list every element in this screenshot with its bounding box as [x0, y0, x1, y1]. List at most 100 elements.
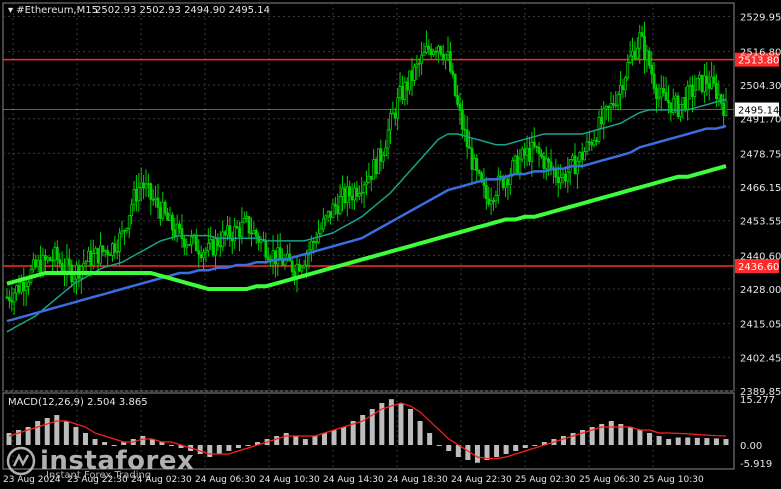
candle-body: [209, 238, 213, 244]
candle-body: [525, 147, 529, 156]
macd-bar: [513, 445, 519, 451]
chart-header-symbol: ▾ #Ethereum,M15: [8, 5, 98, 16]
macd-bar: [73, 427, 79, 445]
macd-bar: [245, 445, 251, 446]
candle-body: [688, 84, 692, 87]
x-tick-label: 24 Aug 06:30: [195, 475, 256, 485]
macd-bar: [666, 439, 672, 445]
candle-body: [82, 262, 86, 267]
macd-bar: [694, 437, 700, 445]
candle-body: [420, 54, 424, 64]
candle-body: [631, 50, 634, 57]
candle-body: [607, 105, 610, 108]
candle-body: [369, 175, 373, 180]
candle-body: [343, 187, 347, 203]
candle-body: [137, 187, 141, 202]
candle-body: [410, 70, 414, 81]
candle-body: [456, 95, 459, 105]
candle-body: [460, 110, 464, 130]
candle-body: [338, 196, 342, 215]
candle-body: [638, 32, 642, 49]
candle-body: [405, 81, 409, 91]
candle-body: [504, 178, 507, 188]
macd-axis-label: -5.919: [740, 459, 772, 470]
candle-body: [506, 178, 510, 186]
candle-body: [170, 214, 174, 231]
candle-body: [554, 169, 558, 178]
candle-body: [53, 246, 57, 261]
candle-body: [7, 296, 11, 301]
candle-body: [163, 201, 167, 214]
candle-body: [242, 218, 246, 223]
candle-body: [662, 88, 666, 94]
candle-body: [700, 74, 704, 93]
chart-header-ohlc: 2502.93 2502.93 2494.90 2495.14: [95, 5, 270, 16]
candle-body: [87, 250, 90, 263]
candle-body: [331, 203, 335, 218]
candle-body: [458, 103, 462, 111]
candle-body: [595, 140, 598, 142]
candle-body: [547, 158, 551, 163]
candle-body: [197, 250, 201, 255]
candle-body: [561, 173, 565, 178]
y-tick-label: 2491.70: [740, 115, 781, 126]
candle-body: [151, 199, 155, 201]
macd-bar: [436, 445, 442, 446]
macd-bar: [627, 427, 633, 445]
candle-body: [487, 198, 491, 205]
candle-body: [350, 195, 354, 201]
candle-body: [178, 223, 181, 229]
macd-bar: [140, 436, 146, 445]
candle-body: [278, 247, 282, 259]
candle-body: [463, 128, 467, 131]
macd-axis-label: 15.277: [740, 395, 775, 406]
candle-body: [5, 296, 9, 299]
candle-body: [434, 50, 438, 53]
candle-body: [300, 266, 304, 272]
macd-bar: [274, 436, 280, 445]
candle-body: [415, 63, 419, 68]
candle-body: [592, 140, 596, 146]
candle-body: [240, 221, 244, 237]
candle-body: [19, 281, 23, 293]
header-arrow-icon: ▾: [8, 5, 16, 16]
candle-body: [401, 86, 404, 100]
candle-body: [345, 186, 349, 203]
candle-body: [511, 160, 515, 175]
y-tick-label: 2402.45: [740, 353, 781, 364]
candle-body: [441, 53, 445, 61]
candle-body: [211, 238, 215, 256]
candle-body: [72, 278, 76, 283]
candle-body: [475, 157, 479, 172]
macd-bar: [302, 439, 308, 445]
candle-body: [125, 228, 129, 231]
candle-body: [108, 254, 112, 257]
macd-bar: [54, 415, 60, 445]
candle-body: [614, 104, 618, 107]
candle-body: [46, 257, 50, 261]
candle-body: [91, 253, 95, 267]
macd-bar: [503, 445, 509, 454]
candle-body: [39, 260, 42, 275]
y-tick-label: 2453.55: [740, 217, 781, 228]
candle-body: [417, 62, 421, 65]
candle-body: [101, 245, 105, 253]
candle-body: [717, 94, 721, 100]
macd-bar: [283, 433, 289, 445]
candle-body: [185, 244, 189, 248]
price-chart[interactable]: 2513.802436.602495.14 2529.952516.802504…: [0, 0, 781, 489]
candle-body: [305, 254, 308, 266]
candle-body: [429, 48, 433, 56]
candle-body: [336, 205, 340, 215]
candle-body: [319, 228, 323, 235]
candle-body: [448, 51, 452, 72]
candle-body: [566, 171, 570, 182]
candle-body: [691, 84, 694, 97]
y-tick-label: 2466.15: [740, 183, 781, 194]
candle-body: [175, 223, 179, 237]
candle-body: [408, 70, 412, 91]
y-tick-label: 2440.60: [740, 251, 781, 262]
candle-body: [329, 210, 332, 218]
candle-body: [216, 238, 220, 247]
macd-bar: [608, 421, 614, 445]
